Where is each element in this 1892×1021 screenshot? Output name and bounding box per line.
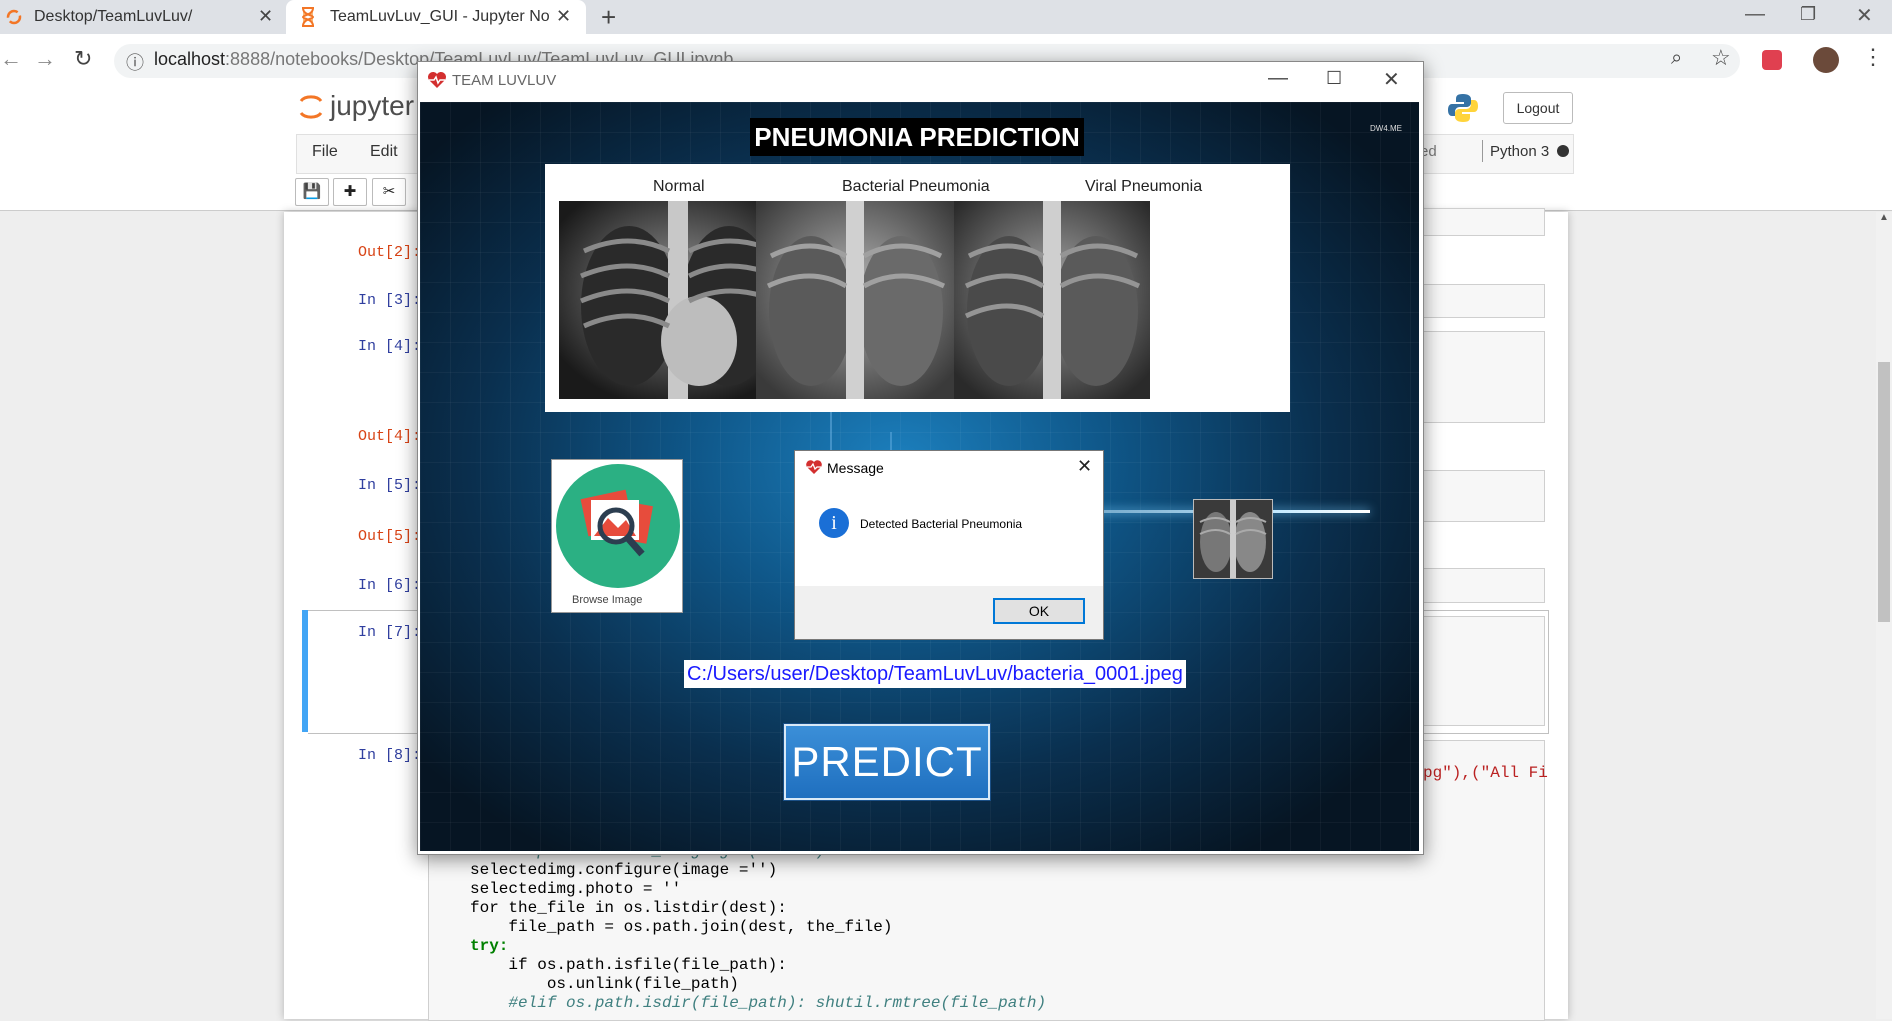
bookmark-star-icon[interactable]: ☆ [1711,45,1731,71]
kernel-busy-indicator [1557,145,1569,157]
close-icon[interactable]: ✕ [1077,456,1092,477]
corner-badge: DW4.ME [1370,124,1402,133]
forward-icon[interactable]: → [34,46,56,72]
browser-tab-desktop[interactable]: Desktop/TeamLuvLuv/ ✕ [0,0,283,34]
cell-prompt: In [7]: [358,624,422,641]
info-icon: i [819,508,849,538]
hourglass-icon [301,7,315,27]
code-line: os.unlink(file_path) [470,975,739,993]
close-icon[interactable]: ✕ [556,6,571,27]
code-cell-input[interactable] [1423,331,1545,423]
reload-icon[interactable]: ↻ [74,46,92,72]
heart-pulse-icon [428,72,446,88]
xray-label-bacterial: Bacterial Pneumonia [842,178,990,195]
code-line: #elif os.path.isdir(file_path): shutil.r… [470,994,1047,1012]
message-dialog-footer: OK [795,586,1103,639]
restore-icon[interactable]: ❐ [1800,4,1816,25]
browser-tab-bar: Desktop/TeamLuvLuv/ ✕ TeamLuvLuv_GUI - J… [0,0,1892,34]
selected-file-path: C:/Users/user/Desktop/TeamLuvLuv/bacteri… [684,660,1186,688]
selected-image-preview [1193,499,1273,579]
menu-edit[interactable]: Edit [370,143,398,161]
xray-image-viral [954,201,1150,399]
app-window: TEAM LUVLUV — ☐ ✕ DW4.ME PNEUMONIA PREDI… [417,61,1424,855]
jupyter-logo-icon [299,95,323,119]
browse-image-label: Browse Image [572,594,643,606]
close-window-icon[interactable]: ✕ [1856,3,1873,28]
code-line: try: [470,937,509,955]
minimize-icon[interactable]: — [1745,3,1765,26]
python-logo-icon [1448,94,1478,122]
message-dialog: Message ✕ i Detected Bacterial Pneumonia… [794,450,1104,640]
browse-image-button[interactable]: Browse Image [551,459,683,613]
code-cell-input[interactable] [1423,568,1545,603]
insert-cell-button[interactable]: ✚ [333,178,367,206]
close-icon[interactable]: ✕ [1383,67,1400,92]
cell-prompt: Out[4]: [358,428,422,445]
new-tab-icon[interactable]: + [601,2,616,33]
back-icon[interactable]: ← [0,46,22,72]
jupyter-tab-icon [6,9,22,25]
browser-tab-notebook[interactable]: TeamLuvLuv_GUI - Jupyter Notebo ✕ [286,0,586,34]
cell-prompt: In [3]: [358,292,422,309]
url-host: localhost [154,49,226,69]
app-window-title: TEAM LUVLUV [452,72,557,89]
image-search-icon [556,464,680,588]
code-line: if os.path.isfile(file_path): [470,956,787,974]
code-cell-input[interactable] [1423,470,1545,522]
scrollbar-thumb[interactable] [1878,362,1890,622]
close-icon[interactable]: ✕ [258,6,273,27]
code-cell-input[interactable] [1423,284,1545,318]
message-text: Detected Bacterial Pneumonia [860,517,1023,531]
app-canvas: DW4.ME PNEUMONIA PREDICTION Normal Bacte… [420,102,1419,851]
page-scrollbar[interactable]: ▲ [1876,212,1892,1019]
info-icon[interactable]: ⓘ [126,49,144,75]
pocket-extension-icon[interactable] [1762,50,1782,70]
code-cell-input[interactable] [1423,208,1545,236]
predict-button[interactable]: PREDICT [784,724,990,800]
app-heading: PNEUMONIA PREDICTION [750,118,1084,156]
xray-label-normal: Normal [653,178,705,195]
browser-tab-title: Desktop/TeamLuvLuv/ [34,8,193,25]
kernel-name[interactable]: Python 3 [1490,143,1549,160]
code-line: selectedimg.photo = '' [470,880,682,898]
cell-prompt: In [6]: [358,577,422,594]
cell-prompt: In [5]: [358,477,422,494]
code-fragment: pg"),("All Fi [1423,764,1548,782]
heart-pulse-icon [806,460,822,474]
cut-button[interactable]: ✂ [372,178,406,206]
zoom-icon[interactable]: ⌕ [1671,47,1682,70]
code-line: file_path = os.path.join(dest, the_file) [470,918,893,936]
browser-tab-title: TeamLuvLuv_GUI - Jupyter Notebo [330,8,550,25]
logout-button[interactable]: Logout [1503,92,1573,124]
ok-button[interactable]: OK [993,598,1085,624]
more-menu-icon[interactable]: ⋮ [1862,44,1884,70]
code-line: for the_file in os.listdir(dest): [470,899,787,917]
minimize-icon[interactable]: — [1268,67,1288,90]
maximize-icon[interactable]: ☐ [1326,68,1342,89]
scroll-up-icon[interactable]: ▲ [1879,212,1889,223]
xray-label-viral: Viral Pneumonia [1085,178,1203,195]
cell-prompt: Out[2]: [358,244,422,261]
cell-prompt: Out[5]: [358,528,422,545]
save-button[interactable]: 💾 [295,178,329,206]
app-window-titlebar[interactable]: TEAM LUVLUV — ☐ ✕ [418,62,1423,100]
jupyter-logo-text[interactable]: jupyter [330,90,414,122]
cell-prompt: In [4]: [358,338,422,355]
code-cell-input[interactable] [1423,616,1545,726]
code-block: #selectpath = label_image.get('text') se… [470,842,1046,1013]
menu-file[interactable]: File [312,143,338,161]
divider [1482,140,1483,162]
cell-prompt: In [8]: [358,747,422,764]
avatar[interactable] [1813,47,1839,73]
xray-reference-panel: Normal Bacterial Pneumonia Viral Pneumon… [545,164,1290,412]
message-dialog-title: Message [827,460,884,476]
xray-image-bacterial [756,201,954,399]
code-line: selectedimg.configure(image ='') [470,861,778,879]
